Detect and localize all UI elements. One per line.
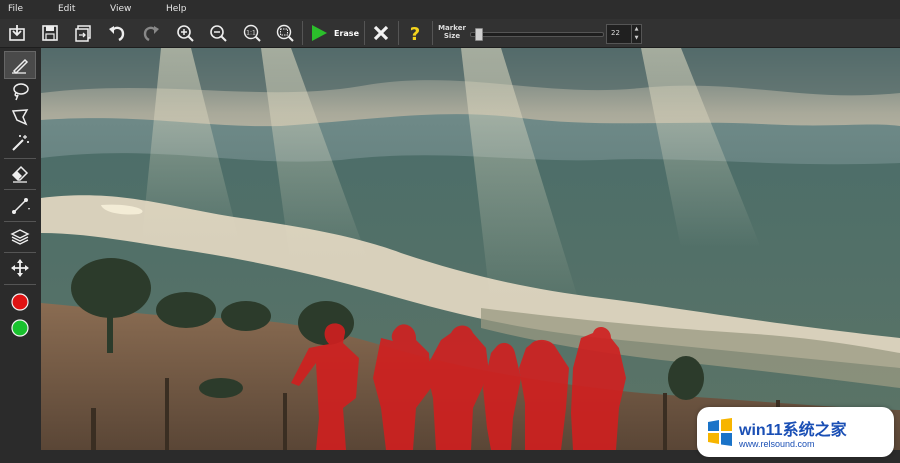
marker-pen-icon: [12, 58, 29, 75]
zoom-fit-icon: [276, 24, 294, 42]
menu-view[interactable]: View: [110, 4, 131, 14]
slider-track: [470, 32, 604, 37]
save-button[interactable]: [37, 21, 63, 45]
eraser-icon: [11, 165, 29, 183]
line-icon: [12, 198, 30, 214]
red-mask-color-button[interactable]: [4, 288, 36, 316]
line-tool[interactable]: [4, 192, 36, 220]
undo-button[interactable]: [104, 21, 130, 45]
panel-separator: [4, 221, 36, 222]
zoom-out-icon: [210, 25, 227, 42]
green-mask-color-button[interactable]: [4, 314, 36, 342]
zoom-actual-size-button[interactable]: 1:1: [239, 21, 265, 45]
save-as-button[interactable]: [70, 21, 96, 45]
help-button[interactable]: ?: [402, 21, 428, 45]
marker-size-label-line2: Size: [443, 32, 461, 40]
svg-text:?: ?: [410, 24, 420, 43]
watermark-text: win11系统之家: [739, 422, 847, 439]
menu-file[interactable]: File: [8, 4, 23, 14]
zoom-out-button[interactable]: [205, 21, 231, 45]
marker-size-label-line1: Marker: [438, 24, 466, 32]
layers-icon: [10, 229, 30, 245]
marker-size-value[interactable]: 22: [611, 29, 620, 37]
image-canvas[interactable]: [41, 48, 900, 450]
panel-separator: [4, 252, 36, 253]
toolbar-separator: [432, 21, 433, 45]
zoom-actual-icon: 1:1: [243, 24, 261, 42]
svg-text:1:1: 1:1: [246, 30, 256, 37]
menu-bar: File Edit View Help: [0, 0, 900, 19]
cancel-button[interactable]: [368, 21, 394, 45]
green-circle-icon: [11, 319, 29, 337]
zoom-in-icon: [177, 25, 194, 42]
red-circle-icon: [11, 293, 29, 311]
erase-button[interactable]: Erase: [304, 21, 362, 45]
save-icon: [42, 25, 58, 41]
import-icon: [9, 25, 25, 41]
photo-scene: [41, 48, 900, 450]
toolbar-separator: [364, 21, 365, 45]
windows-logo-icon: [708, 418, 732, 446]
layers-tool[interactable]: [4, 223, 36, 251]
move-arrows-icon: [11, 259, 29, 277]
lasso-tool[interactable]: [4, 77, 36, 105]
polygon-lasso-icon: [11, 109, 29, 126]
spin-arrows[interactable]: ▲ ▼: [631, 25, 641, 43]
marker-size-label: Marker Size: [436, 24, 468, 40]
undo-icon: [109, 26, 125, 42]
menu-edit[interactable]: Edit: [58, 4, 75, 14]
marker-size-spinbox[interactable]: 22 ▲ ▼: [606, 24, 642, 44]
import-button[interactable]: [4, 21, 30, 45]
watermark-logo: win11系统之家 www.relsound.com: [697, 407, 894, 457]
redo-icon: [143, 26, 159, 42]
watermark-url: www.relsound.com: [739, 439, 815, 449]
zoom-in-button[interactable]: [172, 21, 198, 45]
panel-separator: [4, 284, 36, 285]
save-as-icon: [75, 25, 91, 42]
magic-wand-icon: [12, 135, 29, 151]
panel-separator: [4, 158, 36, 159]
marker-size-slider[interactable]: [470, 28, 604, 41]
redo-button[interactable]: [138, 21, 164, 45]
zoom-fit-button[interactable]: [272, 21, 298, 45]
erase-label: Erase: [334, 28, 359, 38]
toolbar-separator: [398, 21, 399, 45]
play-icon: [312, 25, 327, 41]
panel-separator: [4, 189, 36, 190]
question-mark-icon: ?: [410, 24, 420, 43]
polygon-lasso-tool[interactable]: [4, 103, 36, 131]
menu-help[interactable]: Help: [166, 4, 187, 14]
lasso-icon: [13, 83, 29, 101]
magic-wand-tool[interactable]: [4, 129, 36, 157]
pan-tool[interactable]: [4, 254, 36, 282]
tool-panel: [0, 48, 41, 463]
eraser-tool[interactable]: [4, 160, 36, 188]
close-icon: [373, 25, 389, 41]
main-toolbar: 1:1 Erase ? Marker Size 22 ▲ ▼: [0, 19, 900, 48]
slider-thumb[interactable]: [474, 28, 483, 41]
toolbar-separator: [302, 21, 303, 45]
brush-tool[interactable]: [4, 51, 36, 79]
